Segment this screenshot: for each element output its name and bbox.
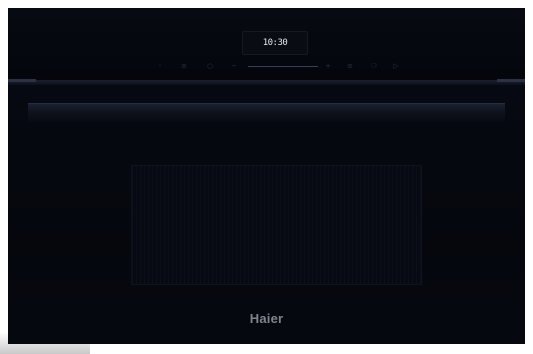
plus-icon[interactable]: + [322, 60, 334, 72]
oven-door: Haier [8, 85, 525, 344]
door-handle[interactable] [28, 103, 505, 122]
display-time: 10:30 [262, 37, 288, 48]
digital-display: 10:30 [242, 31, 308, 55]
power-icon[interactable]: ◦ [154, 60, 166, 72]
light-icon[interactable]: ≡ [344, 60, 356, 72]
timer-icon[interactable]: ○ [204, 60, 216, 72]
minus-icon[interactable]: − [228, 60, 240, 72]
adjust-slider[interactable] [248, 66, 318, 67]
door-window [131, 165, 422, 285]
start-icon[interactable]: ▷ [390, 60, 402, 72]
brand-logo: Haier [249, 311, 284, 326]
panel-edge-highlight [8, 79, 36, 82]
menu-icon[interactable]: ≡ [178, 60, 190, 72]
touch-controls: ◦ ≡ ○ − + ≡ ⚆ ▷ [154, 60, 404, 72]
built-in-oven: 10:30 ◦ ≡ ○ − + ≡ ⚆ ▷ Haier [8, 8, 525, 344]
key-lock-icon[interactable]: ⚆ [368, 60, 380, 72]
panel-edge-highlight [497, 79, 525, 82]
control-panel: 10:30 ◦ ≡ ○ − + ≡ ⚆ ▷ [8, 8, 525, 80]
product-photo: 10:30 ◦ ≡ ○ − + ≡ ⚆ ▷ Haier [0, 0, 533, 354]
